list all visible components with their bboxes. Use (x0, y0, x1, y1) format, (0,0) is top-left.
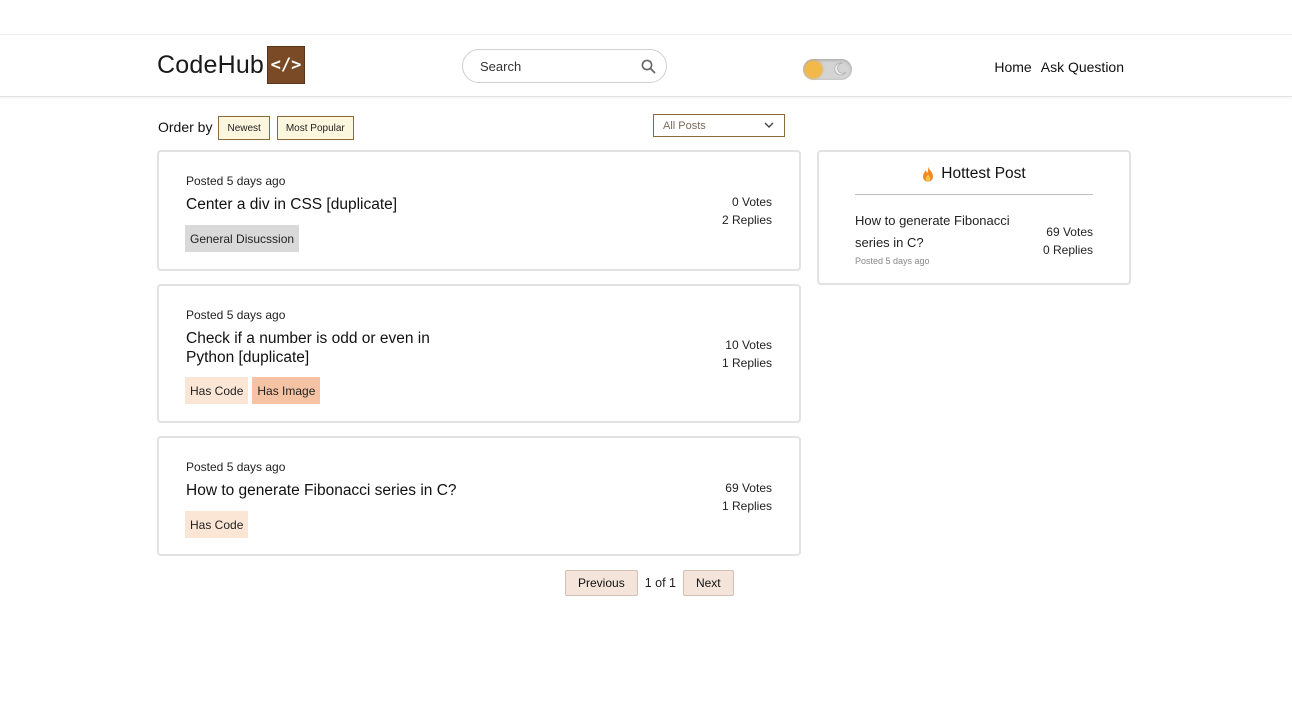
hottest-post-stats: 69 Votes 0 Replies (1043, 223, 1093, 259)
hottest-post-votes: 69 Votes (1046, 225, 1093, 239)
next-page-button[interactable]: Next (682, 570, 734, 596)
post-title[interactable]: How to generate Fibonacci series in C? (186, 481, 586, 500)
theme-toggle[interactable] (803, 59, 852, 80)
post-date: Posted 5 days ago (186, 174, 286, 188)
divider (855, 194, 1093, 195)
post-filter-value: All Posts (663, 119, 706, 132)
tag-has-image[interactable]: Has Image (252, 377, 321, 404)
previous-page-button[interactable]: Previous (565, 570, 638, 596)
post-tags: General Disucssion (185, 225, 300, 252)
tag-has-code[interactable]: Has Code (185, 511, 249, 538)
order-newest-button[interactable]: Newest (218, 116, 270, 140)
code-logo-icon: </> (267, 46, 306, 84)
moon-icon (834, 62, 847, 76)
post-stats: 10 Votes 1 Replies (722, 336, 772, 372)
navbar: CodeHub </> Home Ask Question (0, 35, 1292, 97)
hottest-post-heading: Hottest Post (941, 165, 1026, 182)
nav-ask-question-link[interactable]: Ask Question (1041, 59, 1124, 75)
hottest-post-replies: 0 Replies (1042, 243, 1093, 257)
hottest-post-title[interactable]: How to generate Fibonacci series in C? (855, 210, 1015, 254)
post-date: Posted 5 days ago (186, 308, 286, 322)
post-card[interactable]: Posted 5 days ago How to generate Fibona… (157, 436, 801, 556)
post-replies: 1 Replies (721, 356, 772, 370)
order-bar: Order by Newest Most Popular (158, 114, 361, 140)
search-input[interactable] (480, 58, 630, 74)
hottest-post-card: Hottest Post How to generate Fibonacci s… (817, 150, 1131, 285)
search-box (462, 49, 667, 83)
tag-has-code[interactable]: Has Code (185, 377, 249, 404)
pagination: Previous 1 of 1 Next (565, 570, 734, 596)
search-icon[interactable] (641, 59, 656, 74)
fire-icon (923, 166, 934, 182)
post-stats: 69 Votes 1 Replies (722, 479, 772, 515)
post-tags: Has Code Has Image (185, 377, 321, 404)
chevron-down-icon (764, 122, 774, 128)
post-title[interactable]: Center a div in CSS [duplicate] (186, 195, 486, 214)
post-stats: 0 Votes 2 Replies (722, 193, 772, 229)
nav-home-link[interactable]: Home (994, 59, 1031, 75)
hottest-post-date: Posted 5 days ago (855, 256, 930, 266)
nav-links: Home Ask Question (994, 59, 1124, 75)
post-votes: 69 Votes (725, 481, 772, 495)
order-most-popular-button[interactable]: Most Popular (276, 116, 354, 140)
logo-text: CodeHub (157, 50, 265, 79)
hottest-post-header: Hottest Post (819, 165, 1129, 183)
sun-icon (805, 61, 822, 78)
post-title[interactable]: Check if a number is odd or even in Pyth… (186, 329, 476, 367)
post-tags: Has Code (185, 511, 249, 538)
page-info: 1 of 1 (644, 576, 676, 590)
post-votes: 10 Votes (725, 338, 772, 352)
post-filter-select[interactable]: All Posts (653, 114, 785, 137)
post-date: Posted 5 days ago (186, 460, 286, 474)
post-card[interactable]: Posted 5 days ago Center a div in CSS [d… (157, 150, 801, 271)
top-strip (0, 0, 1292, 35)
order-by-label: Order by (158, 119, 213, 135)
post-replies: 1 Replies (721, 499, 772, 513)
post-replies: 2 Replies (721, 213, 772, 227)
post-card[interactable]: Posted 5 days ago Check if a number is o… (157, 284, 801, 423)
logo[interactable]: CodeHub </> (157, 46, 306, 84)
post-votes: 0 Votes (731, 195, 772, 209)
tag-general-discussion[interactable]: General Disucssion (185, 225, 300, 252)
